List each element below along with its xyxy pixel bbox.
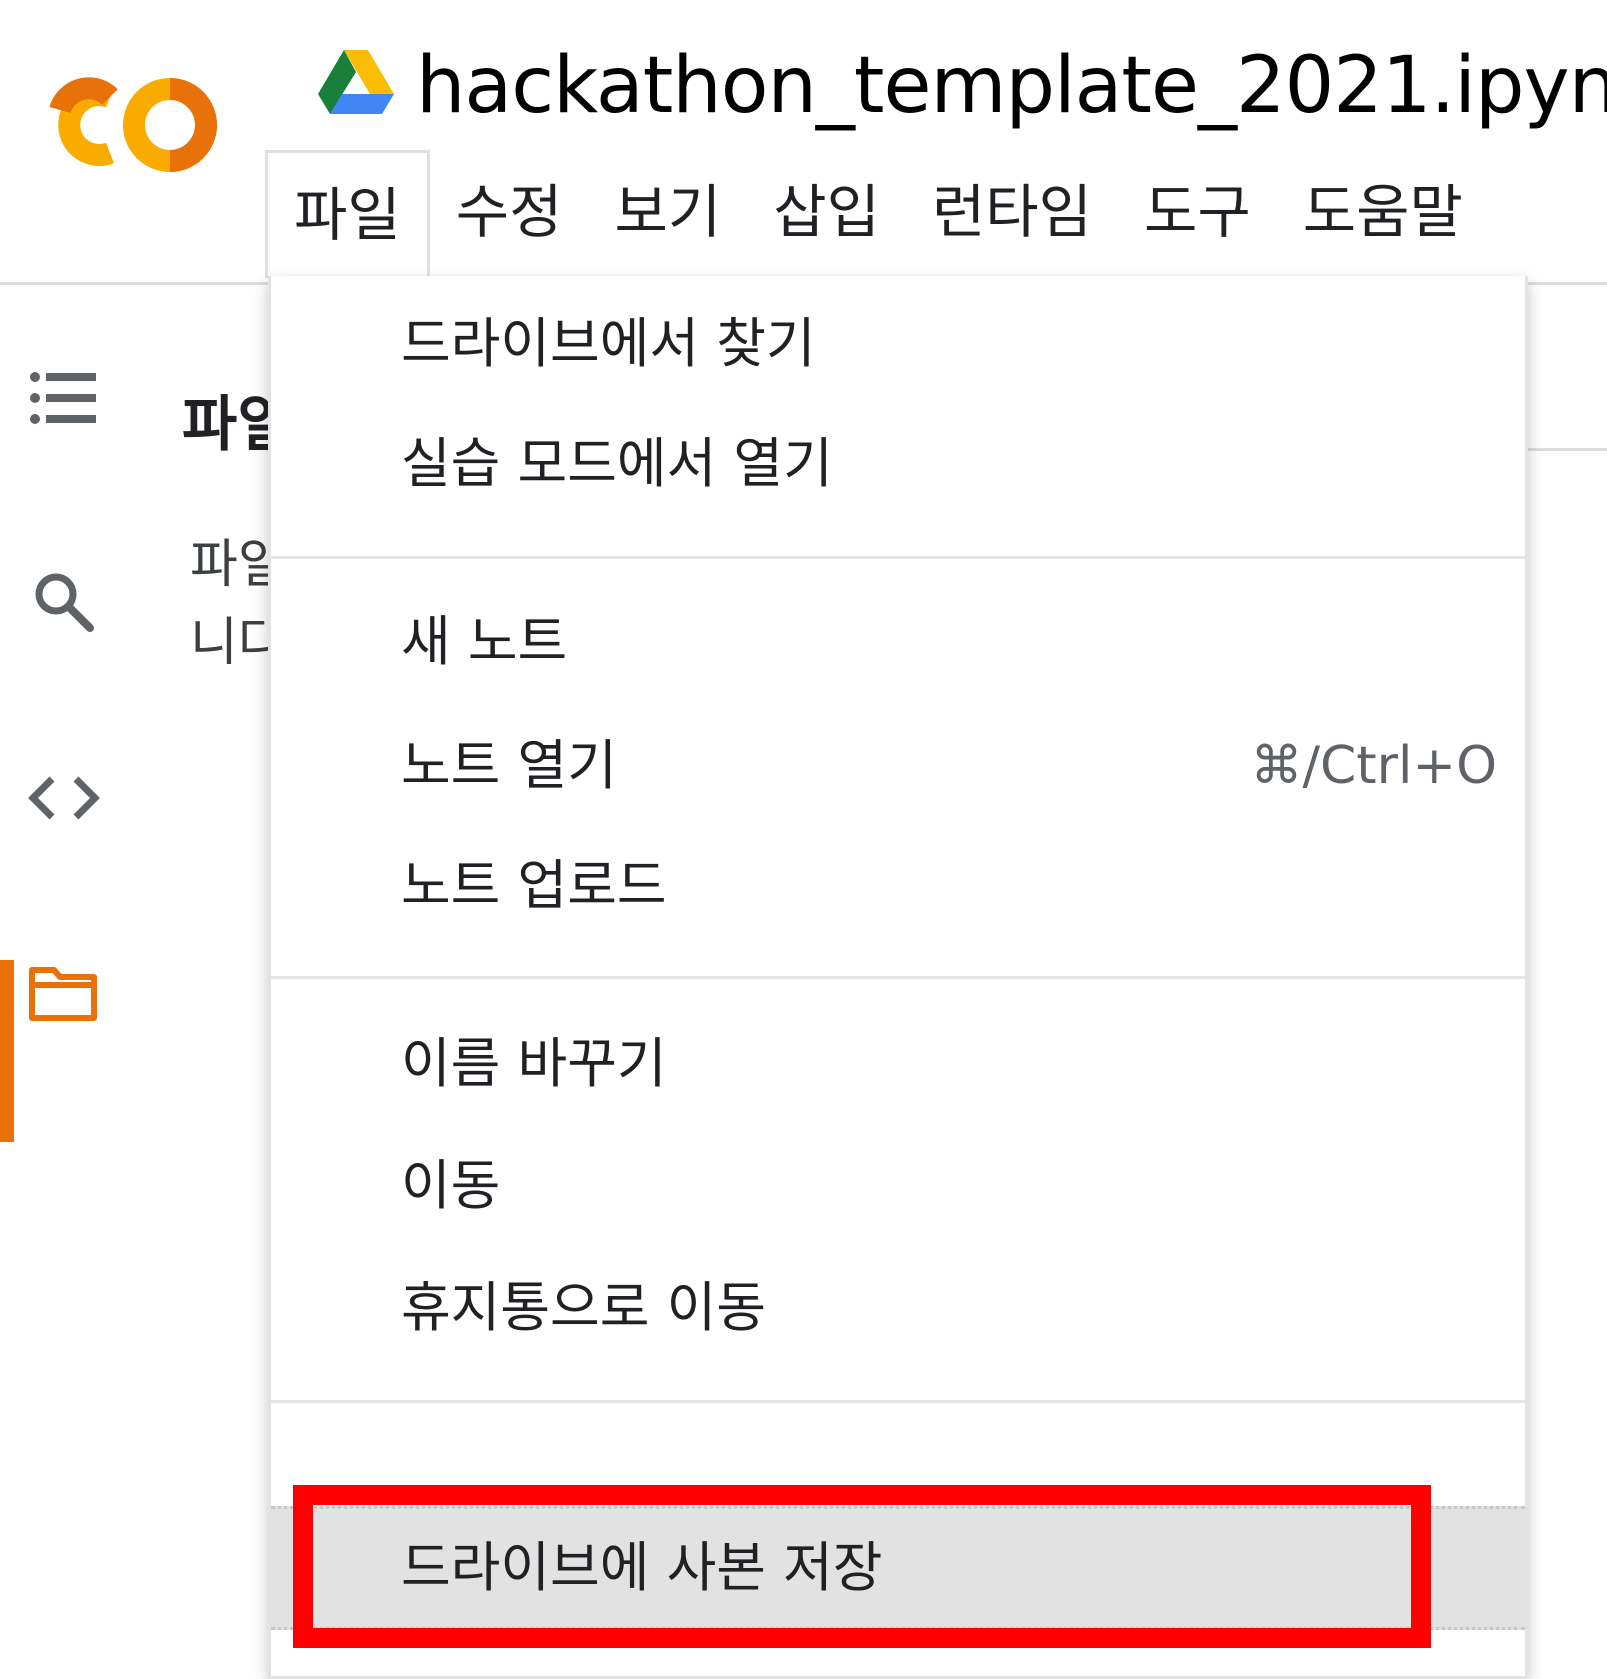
menu-item-label: 이름 바꾸기 xyxy=(401,1032,667,1095)
folder-icon[interactable] xyxy=(28,966,98,1022)
file-menu-dropdown: 드라이브에서 찾기 실습 모드에서 열기 새 노트 노트 열기 ⌘/Ctrl+O… xyxy=(268,276,1528,1679)
menu-item-label: 새 노트 xyxy=(401,610,568,673)
menu-item-move[interactable]: 이동 xyxy=(271,1126,1525,1246)
menu-edit[interactable]: 수정 xyxy=(430,150,589,275)
google-drive-icon xyxy=(318,50,394,114)
menu-bar: 파일 수정 보기 삽입 런타임 도구 도움말 xyxy=(265,150,1489,278)
menu-item-upload-notebook[interactable]: 노트 업로드 xyxy=(271,826,1525,946)
menu-item-new-notebook[interactable]: 새 노트 xyxy=(271,582,1525,702)
menu-item-open-playground[interactable]: 실습 모드에서 열기 xyxy=(271,404,1525,524)
menu-item-locate-in-drive[interactable]: 드라이브에서 찾기 xyxy=(271,284,1525,404)
menu-item-rename[interactable]: 이름 바꾸기 xyxy=(271,1004,1525,1124)
toc-icon[interactable] xyxy=(30,372,96,424)
colab-logo[interactable] xyxy=(40,70,218,180)
menu-insert[interactable]: 삽입 xyxy=(747,150,906,275)
panel-divider xyxy=(1520,448,1607,451)
menu-item-label: 노트 열기 xyxy=(401,734,617,797)
menu-item-label: 드라이브에서 찾기 xyxy=(401,312,816,375)
code-snippets-icon[interactable] xyxy=(28,776,100,820)
menu-runtime[interactable]: 런타임 xyxy=(906,150,1118,275)
menu-item-label: 이동 xyxy=(401,1154,501,1217)
active-tab-indicator xyxy=(0,960,14,1142)
menu-item-move-to-trash[interactable]: 휴지통으로 이동 xyxy=(271,1248,1525,1368)
menu-file[interactable]: 파일 xyxy=(265,150,430,278)
menu-tools[interactable]: 도구 xyxy=(1118,150,1277,275)
notebook-title[interactable]: hackathon_template_2021.ipynb xyxy=(416,36,1607,136)
menu-item-label: 실습 모드에서 열기 xyxy=(401,432,833,495)
search-icon[interactable] xyxy=(32,570,96,634)
menu-separator xyxy=(271,1400,1525,1403)
menu-separator xyxy=(271,556,1525,559)
menu-help[interactable]: 도움말 xyxy=(1277,150,1489,275)
menu-view[interactable]: 보기 xyxy=(588,150,747,275)
annotation-highlight-box xyxy=(293,1485,1431,1648)
menu-separator xyxy=(271,976,1525,979)
menu-item-shortcut: ⌘/Ctrl+O xyxy=(1250,736,1497,796)
menu-item-label: 휴지통으로 이동 xyxy=(401,1276,766,1339)
menu-item-open-notebook[interactable]: 노트 열기 ⌘/Ctrl+O xyxy=(271,706,1525,826)
menu-item-label: 노트 업로드 xyxy=(401,854,667,917)
